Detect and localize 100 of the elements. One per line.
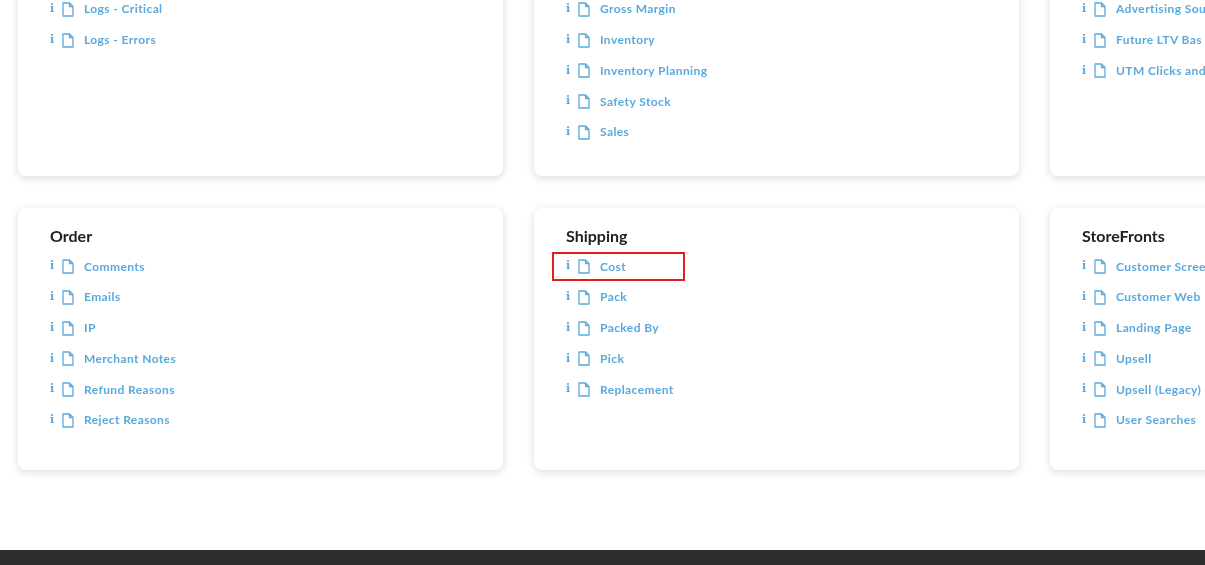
report-link[interactable]: i Comments [50, 252, 503, 281]
info-icon[interactable]: i [566, 93, 577, 110]
document-icon [578, 382, 590, 397]
report-link[interactable]: i Logs - Critical [50, 0, 503, 24]
report-link[interactable]: i Cost [552, 252, 685, 281]
report-link[interactable]: i Sales [566, 117, 1019, 147]
link-text: Future LTV Bas [1116, 31, 1202, 49]
info-icon[interactable]: i [50, 381, 61, 398]
link-text: IP [84, 319, 96, 337]
info-icon[interactable]: i [50, 289, 61, 306]
document-icon [1094, 32, 1106, 48]
link-text: Safety Stock [600, 92, 671, 111]
link-text: Gross Margin [600, 0, 676, 19]
info-icon[interactable]: i [1082, 381, 1093, 398]
report-link[interactable]: i Safety Stock [566, 87, 1019, 116]
info-icon[interactable]: i [1082, 258, 1093, 275]
document-icon [62, 289, 74, 305]
report-link[interactable]: i Inventory [566, 25, 1019, 55]
info-icon[interactable]: i [50, 31, 61, 49]
info-icon[interactable]: i [566, 124, 577, 141]
report-link[interactable]: i IP [50, 313, 503, 343]
report-link[interactable]: i Replacement [566, 375, 1019, 404]
info-icon[interactable]: i [566, 258, 577, 275]
link-text: Reject Reasons [84, 411, 170, 430]
link-text: Logs - Errors [84, 31, 157, 49]
report-link[interactable]: i Customer Scree [1082, 252, 1205, 281]
document-icon [578, 124, 590, 140]
info-icon[interactable]: i [50, 258, 61, 275]
link-text: Emails [84, 288, 121, 307]
link-text: Sales [600, 123, 630, 142]
info-icon[interactable]: i [1082, 289, 1093, 306]
info-icon[interactable]: i [566, 289, 577, 306]
info-icon[interactable]: i [1082, 319, 1093, 337]
link-text: Replacement [600, 380, 674, 399]
card-title: Order [50, 225, 94, 245]
document-icon [578, 351, 590, 367]
document-icon [578, 320, 590, 336]
document-icon [1094, 289, 1106, 305]
document-icon [1094, 1, 1106, 17]
link-text: Logs - Critical [84, 0, 163, 19]
info-icon[interactable]: i [1082, 31, 1093, 49]
link-text: Merchant Notes [84, 349, 177, 368]
report-link[interactable]: i Emails [50, 282, 503, 312]
document-icon [62, 351, 74, 367]
info-icon[interactable]: i [1082, 412, 1093, 429]
info-icon[interactable]: i [50, 319, 61, 337]
link-text: Pack [600, 288, 628, 307]
link-text: Cost [600, 257, 627, 276]
card-title: Shipping [566, 225, 629, 245]
link-text: Packed By [600, 319, 660, 337]
report-link[interactable]: i Gross Margin [566, 0, 1019, 24]
info-icon[interactable]: i [1082, 62, 1093, 79]
link-text: Inventory Planning [600, 61, 708, 80]
document-icon [62, 32, 74, 48]
info-icon[interactable]: i [566, 319, 577, 337]
link-text: Refund Reasons [84, 380, 175, 399]
report-link[interactable]: i Advertising Sou [1082, 0, 1205, 24]
report-link[interactable]: i Pick [566, 344, 1019, 374]
link-text: UTM Clicks and [1116, 61, 1205, 80]
link-text: Landing Page [1116, 319, 1192, 337]
document-icon [578, 289, 590, 305]
link-text: Pick [600, 349, 625, 368]
info-icon[interactable]: i [566, 350, 577, 367]
info-icon[interactable]: i [50, 412, 61, 429]
link-text: User Searches [1116, 411, 1197, 430]
document-icon [1094, 351, 1106, 367]
link-text: Upsell (Legacy) [1116, 380, 1202, 399]
report-link[interactable]: i Packed By [566, 313, 1019, 343]
report-link[interactable]: i Future LTV Bas [1082, 25, 1205, 55]
link-text: Customer Web [1116, 288, 1201, 307]
report-link[interactable]: i UTM Clicks and [1082, 56, 1205, 86]
report-link[interactable]: i Upsell (Legacy) [1082, 375, 1205, 404]
document-icon [62, 412, 74, 428]
document-icon [62, 1, 74, 17]
document-icon [1094, 412, 1106, 428]
report-link[interactable]: i Refund Reasons [50, 375, 503, 404]
report-link[interactable]: i Pack [566, 282, 1019, 312]
info-icon[interactable]: i [566, 62, 577, 79]
report-link[interactable]: i Landing Page [1082, 313, 1205, 343]
link-text: Upsell [1116, 349, 1152, 368]
info-icon[interactable]: i [50, 1, 61, 18]
info-icon[interactable]: i [1082, 350, 1093, 367]
document-icon [578, 32, 590, 48]
report-link[interactable]: i User Searches [1082, 405, 1205, 435]
document-icon [578, 94, 590, 109]
info-icon[interactable]: i [566, 1, 577, 18]
report-link[interactable]: i Inventory Planning [566, 56, 1019, 86]
report-link[interactable]: i Reject Reasons [50, 405, 503, 435]
report-link[interactable]: i Logs - Errors [50, 25, 503, 55]
document-icon [578, 259, 590, 274]
info-icon[interactable]: i [1082, 1, 1093, 18]
report-link[interactable]: i Customer Web [1082, 282, 1205, 312]
card-title: StoreFronts [1082, 225, 1166, 245]
document-icon [1094, 320, 1106, 336]
info-icon[interactable]: i [566, 381, 577, 398]
report-link[interactable]: i Upsell [1082, 344, 1205, 374]
info-icon[interactable]: i [566, 31, 577, 49]
info-icon[interactable]: i [50, 350, 61, 367]
document-icon [578, 1, 590, 17]
report-link[interactable]: i Merchant Notes [50, 344, 503, 374]
